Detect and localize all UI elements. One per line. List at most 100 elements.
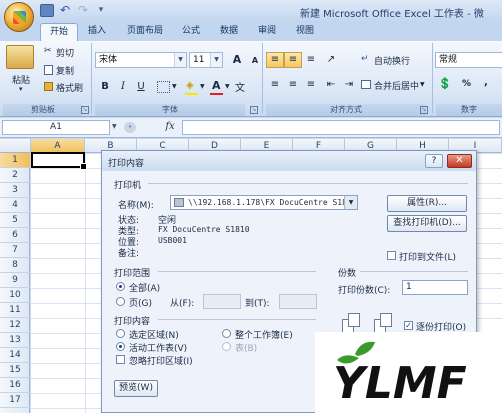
chevron-down-icon[interactable]: ▼ xyxy=(200,83,205,90)
align-left-button[interactable]: ≡ xyxy=(266,77,284,93)
align-right-button[interactable]: ≡ xyxy=(302,77,320,93)
tab-home[interactable]: 开始 xyxy=(40,23,78,41)
formula-bar: A1 ▼ • fx xyxy=(0,118,502,138)
font-size-select[interactable]: 11 ▼ xyxy=(189,52,223,68)
align-middle-button[interactable]: ≡ xyxy=(284,52,302,68)
column-header[interactable]: A xyxy=(31,139,85,153)
row-header[interactable]: 14 xyxy=(0,348,30,363)
paste-dropdown-icon[interactable]: ▾ xyxy=(19,85,23,93)
align-top-button[interactable]: ≡ xyxy=(266,52,284,68)
paste-icon[interactable] xyxy=(6,45,34,69)
tab-formulas[interactable]: 公式 xyxy=(176,23,206,41)
row-header[interactable]: 15 xyxy=(0,363,30,378)
tab-insert[interactable]: 插入 xyxy=(82,23,112,41)
bold-button[interactable]: B xyxy=(96,79,114,95)
phonetic-icon[interactable]: 文 xyxy=(235,79,245,94)
name-box-dropdown-icon[interactable]: ▼ xyxy=(112,123,117,130)
align-bottom-button[interactable]: ≡ xyxy=(302,52,320,68)
decrease-indent-button[interactable]: ⇤ xyxy=(322,77,340,93)
section-divider xyxy=(158,319,316,320)
undo-icon[interactable]: ↶ xyxy=(58,4,72,17)
increase-indent-button[interactable]: ⇥ xyxy=(340,77,358,93)
printer-name-value: \\192.168.1.178\FX DocuCentre S1810 xyxy=(188,198,357,207)
borders-icon[interactable] xyxy=(157,81,170,93)
entire-workbook-radio[interactable] xyxy=(222,329,231,338)
from-page-input[interactable] xyxy=(203,294,241,309)
alignment-launcher-icon[interactable]: ↘ xyxy=(420,106,428,114)
font-color-button[interactable]: A xyxy=(212,79,221,92)
comma-style-icon[interactable]: , xyxy=(484,77,488,88)
row-header[interactable]: 12 xyxy=(0,318,30,333)
preview-button[interactable]: 预览(W) xyxy=(114,380,158,397)
currency-icon[interactable]: 💲 xyxy=(438,77,452,90)
close-button[interactable]: ✕ xyxy=(447,154,472,168)
number-format-select[interactable]: 常规 xyxy=(435,52,502,68)
underline-button[interactable]: U xyxy=(132,79,150,95)
copy-button[interactable]: 复制 xyxy=(56,64,74,77)
row-header[interactable]: 7 xyxy=(0,243,30,258)
properties-button[interactable]: 属性(R)... xyxy=(387,195,467,212)
row-header[interactable]: 11 xyxy=(0,303,30,318)
font-size-value: 11 xyxy=(193,55,205,65)
font-name-select[interactable]: 宋体 ▼ xyxy=(95,52,187,68)
grow-font-button[interactable]: A xyxy=(228,52,246,68)
selection-radio[interactable] xyxy=(116,329,125,338)
zoom-formula-icon[interactable]: • xyxy=(124,122,136,133)
percent-icon[interactable]: % xyxy=(462,79,471,89)
range-pages-radio[interactable] xyxy=(116,297,125,306)
tab-data[interactable]: 数据 xyxy=(214,23,244,41)
range-all-radio[interactable] xyxy=(116,282,125,291)
save-icon[interactable] xyxy=(40,4,54,17)
orientation-button[interactable]: ↗ xyxy=(322,52,340,68)
chevron-down-icon: ▼ xyxy=(174,53,186,67)
ignore-print-area-label: 忽略打印区域(I) xyxy=(129,357,193,367)
row-header[interactable]: 17 xyxy=(0,393,30,408)
select-all-button[interactable] xyxy=(0,139,31,153)
row-header[interactable]: 16 xyxy=(0,378,30,393)
row-header[interactable]: 4 xyxy=(0,198,30,213)
row-header[interactable]: 8 xyxy=(0,258,30,273)
active-cell[interactable] xyxy=(31,152,87,170)
chevron-down-icon[interactable]: ▼ xyxy=(225,83,230,90)
tab-view[interactable]: 视图 xyxy=(290,23,320,41)
row-header[interactable]: 9 xyxy=(0,273,30,288)
insert-function-button[interactable]: fx xyxy=(160,120,180,135)
office-button[interactable] xyxy=(4,2,34,32)
tab-page-layout[interactable]: 页面布局 xyxy=(120,23,170,41)
merge-center-button[interactable]: 合并后居中 xyxy=(374,79,419,92)
printer-name-select[interactable]: \\192.168.1.178\FX DocuCentre S1810 ▼ xyxy=(170,195,358,210)
chevron-down-icon[interactable]: ▼ xyxy=(420,81,425,88)
cut-button[interactable]: 剪切 xyxy=(56,46,74,59)
row-header[interactable]: 3 xyxy=(0,183,30,198)
wrap-text-button[interactable]: 自动换行 xyxy=(374,54,410,67)
print-to-file-checkbox[interactable] xyxy=(387,251,396,260)
fill-color-icon[interactable]: ◈ xyxy=(186,80,194,91)
row-header[interactable]: 5 xyxy=(0,213,30,228)
name-box[interactable]: A1 xyxy=(2,120,110,135)
tab-review[interactable]: 审阅 xyxy=(252,23,282,41)
formula-input[interactable] xyxy=(182,120,500,135)
ylmf-logo: YLMF xyxy=(333,341,467,409)
table-radio[interactable] xyxy=(222,342,231,351)
find-printer-button[interactable]: 查找打印机(D)... xyxy=(387,215,467,232)
row-header[interactable]: 10 xyxy=(0,288,30,303)
font-launcher-icon[interactable]: ↘ xyxy=(250,106,258,114)
row-header[interactable]: 2 xyxy=(0,168,30,183)
row-header[interactable]: 13 xyxy=(0,333,30,348)
redo-icon[interactable]: ↷ xyxy=(76,4,90,17)
row-header[interactable]: 6 xyxy=(0,228,30,243)
to-page-input[interactable] xyxy=(279,294,317,309)
clipboard-launcher-icon[interactable]: ↘ xyxy=(81,106,89,114)
row-header[interactable]: 1 xyxy=(0,153,30,168)
italic-button[interactable]: I xyxy=(114,79,132,95)
window-title: 新建 Microsoft Office Excel 工作表 - 微 xyxy=(300,9,484,20)
collate-checkbox[interactable]: ✓ xyxy=(404,321,413,330)
align-center-button[interactable]: ≡ xyxy=(284,77,302,93)
active-sheet-radio[interactable] xyxy=(116,342,125,351)
copies-count-input[interactable]: 1 xyxy=(402,280,468,295)
format-painter-button[interactable]: 格式刷 xyxy=(56,81,83,94)
customize-qat-icon[interactable]: ▾ xyxy=(94,4,108,17)
help-button[interactable]: ? xyxy=(425,154,443,168)
chevron-down-icon[interactable]: ▼ xyxy=(172,83,177,90)
ignore-print-area-checkbox[interactable] xyxy=(116,355,125,364)
